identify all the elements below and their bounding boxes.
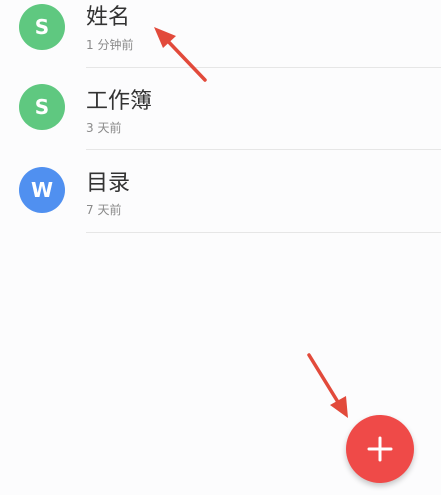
file-title: 姓名 xyxy=(86,5,131,30)
avatar-letter: S xyxy=(34,95,50,119)
file-time: 3 天前 xyxy=(86,121,122,135)
file-time: 1 分钟前 xyxy=(86,38,134,52)
avatar-letter: S xyxy=(34,15,50,39)
list-item-file-3[interactable]: W 目录 7 天前 xyxy=(0,162,441,242)
file-time: 7 天前 xyxy=(86,203,122,217)
divider xyxy=(86,149,441,150)
doc-icon: W xyxy=(19,167,65,213)
sheet-icon: S xyxy=(19,84,65,130)
plus-icon xyxy=(367,436,393,462)
file-title: 目录 xyxy=(86,171,131,196)
list-item-file-2[interactable]: S 工作簿 3 天前 xyxy=(0,80,441,160)
divider xyxy=(86,67,441,68)
file-title: 工作簿 xyxy=(86,89,153,114)
sheet-icon: S xyxy=(19,4,65,50)
avatar-letter: W xyxy=(30,178,54,202)
list-item-file-1[interactable]: S 姓名 1 分钟前 xyxy=(0,0,441,80)
arrow-annotation-bottom xyxy=(307,353,348,418)
divider xyxy=(86,232,441,233)
add-file-button[interactable] xyxy=(346,415,414,483)
